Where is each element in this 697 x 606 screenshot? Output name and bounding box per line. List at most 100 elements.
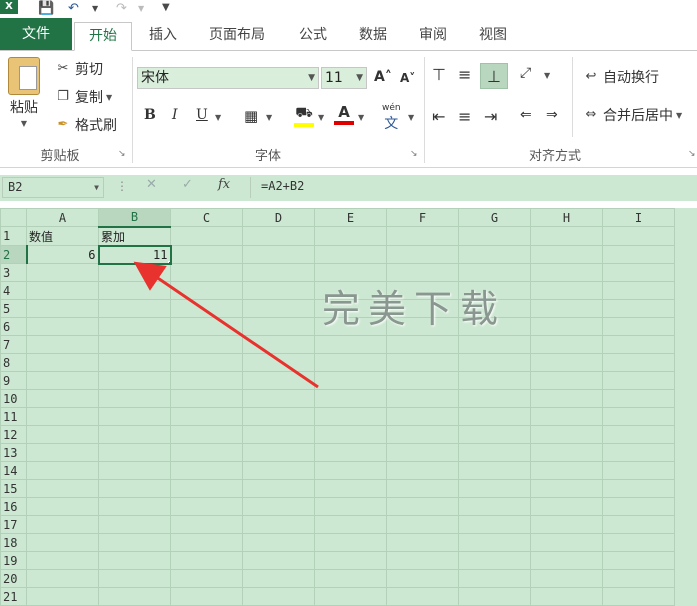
row-header[interactable]: 3 [0,263,27,282]
select-all-corner[interactable] [0,208,27,227]
cell-e12[interactable] [314,425,387,444]
row-header[interactable]: 9 [0,371,27,390]
paste-button[interactable]: 粘贴 ▼ [8,57,40,128]
cell-b19[interactable] [98,551,171,570]
row-header[interactable]: 17 [0,515,27,534]
cell-h10[interactable] [530,389,603,408]
cell-d6[interactable] [242,317,315,336]
cell-i10[interactable] [602,389,675,408]
clipboard-launcher-icon[interactable]: ↘ [118,149,126,159]
cell-d15[interactable] [242,479,315,498]
cell-b2[interactable]: 11 [97,244,172,265]
cell-c6[interactable] [170,317,243,336]
cell-f17[interactable] [386,515,459,534]
orientation-dropdown-icon[interactable]: ▼ [544,71,550,80]
cell-g2[interactable] [458,245,531,264]
column-header-f[interactable]: F [386,208,459,227]
cell-c2[interactable] [170,245,243,264]
row-header[interactable]: 21 [0,587,27,606]
cell-d3[interactable] [242,263,315,282]
cell-g14[interactable] [458,461,531,480]
column-header-e[interactable]: E [314,208,387,227]
cell-f19[interactable] [386,551,459,570]
cell-c21[interactable] [170,587,243,606]
cell-b1[interactable]: 累加 [98,226,171,246]
cell-d9[interactable] [242,371,315,390]
cell-g16[interactable] [458,497,531,516]
redo-dropdown-icon[interactable]: ▼ [138,4,144,13]
alignment-launcher-icon[interactable]: ↘ [688,149,696,159]
cell-b6[interactable] [98,317,171,336]
cell-d16[interactable] [242,497,315,516]
align-left-icon[interactable]: ⇤ [432,107,445,126]
cell-f18[interactable] [386,533,459,552]
cell-f15[interactable] [386,479,459,498]
cell-h6[interactable] [530,317,603,336]
fill-dropdown-icon[interactable]: ▼ [318,113,324,122]
cell-c5[interactable] [170,299,243,318]
font-name-select[interactable]: 宋体 ▼ [137,67,319,89]
cell-c18[interactable] [170,533,243,552]
increase-indent-icon[interactable]: ⇒ [546,107,558,123]
cell-a6[interactable] [26,317,99,336]
confirm-icon[interactable]: ✓ [182,177,193,192]
cell-c9[interactable] [170,371,243,390]
cell-h13[interactable] [530,443,603,462]
cell-i2[interactable] [602,245,675,264]
cell-a7[interactable] [26,335,99,354]
cell-i6[interactable] [602,317,675,336]
border-dropdown-icon[interactable]: ▼ [266,113,272,122]
cell-i4[interactable] [602,281,675,300]
cell-a16[interactable] [26,497,99,516]
cell-i1[interactable] [602,226,675,246]
cell-d13[interactable] [242,443,315,462]
cell-i18[interactable] [602,533,675,552]
tab-formulas[interactable]: 公式 [288,22,338,51]
row-header[interactable]: 14 [0,461,27,480]
cell-d7[interactable] [242,335,315,354]
cell-g18[interactable] [458,533,531,552]
cell-d10[interactable] [242,389,315,408]
copy-button[interactable]: ❐ 复制 ▼ [54,87,112,107]
row-header[interactable]: 5 [0,299,27,318]
cell-b16[interactable] [98,497,171,516]
cell-i12[interactable] [602,425,675,444]
row-header[interactable]: 6 [0,317,27,336]
cell-a10[interactable] [26,389,99,408]
align-right-icon[interactable]: ⇥ [484,107,497,126]
cell-i5[interactable] [602,299,675,318]
cell-h15[interactable] [530,479,603,498]
row-header[interactable]: 4 [0,281,27,300]
bold-button[interactable]: B [144,107,156,123]
cell-g19[interactable] [458,551,531,570]
cell-h4[interactable] [530,281,603,300]
cell-d17[interactable] [242,515,315,534]
cell-c8[interactable] [170,353,243,372]
cell-d8[interactable] [242,353,315,372]
cell-d14[interactable] [242,461,315,480]
cell-c4[interactable] [170,281,243,300]
cell-b13[interactable] [98,443,171,462]
merge-center-button[interactable]: ⇔ 合并后居中 ▼ [582,105,683,125]
cell-a18[interactable] [26,533,99,552]
cell-f2[interactable] [386,245,459,264]
cell-a8[interactable] [26,353,99,372]
tab-data[interactable]: 数据 [348,22,398,51]
phonetic-dropdown-icon[interactable]: ▼ [408,113,414,122]
cell-c12[interactable] [170,425,243,444]
cell-i3[interactable] [602,263,675,282]
name-box[interactable]: B2 ▼ [2,177,104,198]
cell-e2[interactable] [314,245,387,264]
fill-handle[interactable] [167,260,169,262]
cell-e19[interactable] [314,551,387,570]
row-header[interactable]: 10 [0,389,27,408]
cell-i8[interactable] [602,353,675,372]
shrink-font-icon[interactable]: A˅ [400,71,415,85]
cell-h14[interactable] [530,461,603,480]
cell-h2[interactable] [530,245,603,264]
cell-i20[interactable] [602,569,675,588]
cell-g10[interactable] [458,389,531,408]
row-header[interactable]: 15 [0,479,27,498]
undo-dropdown-icon[interactable]: ▼ [92,4,98,13]
cell-c16[interactable] [170,497,243,516]
